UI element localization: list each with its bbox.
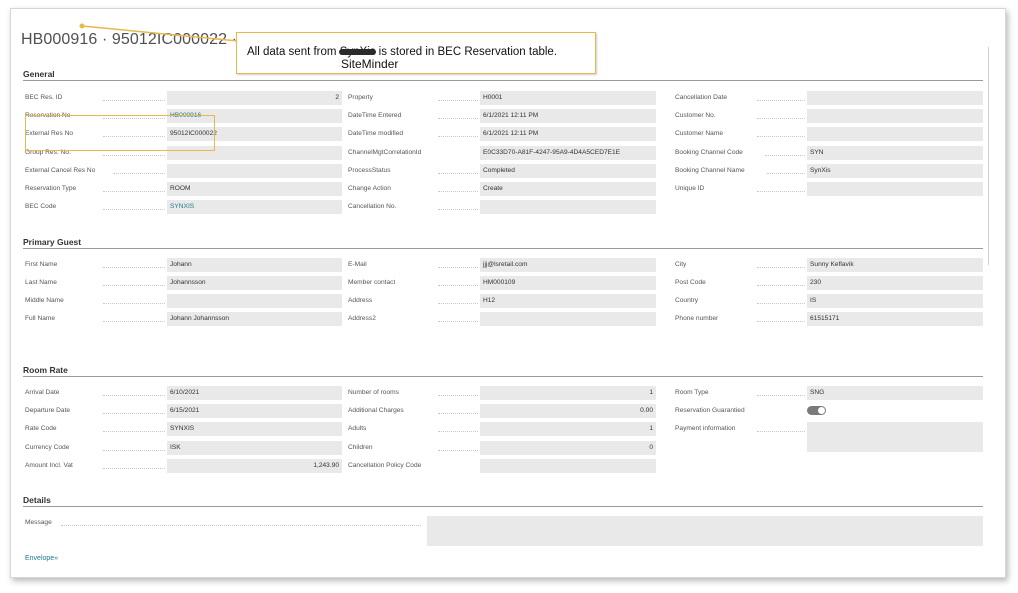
annotation-callout: All data sent from SynXis is stored in B…	[236, 32, 596, 74]
annotation-pointer-line	[79, 23, 239, 42]
callout-text: All data sent from SynXis is stored in B…	[247, 46, 558, 58]
callout-correction: SiteMinder	[341, 57, 399, 71]
